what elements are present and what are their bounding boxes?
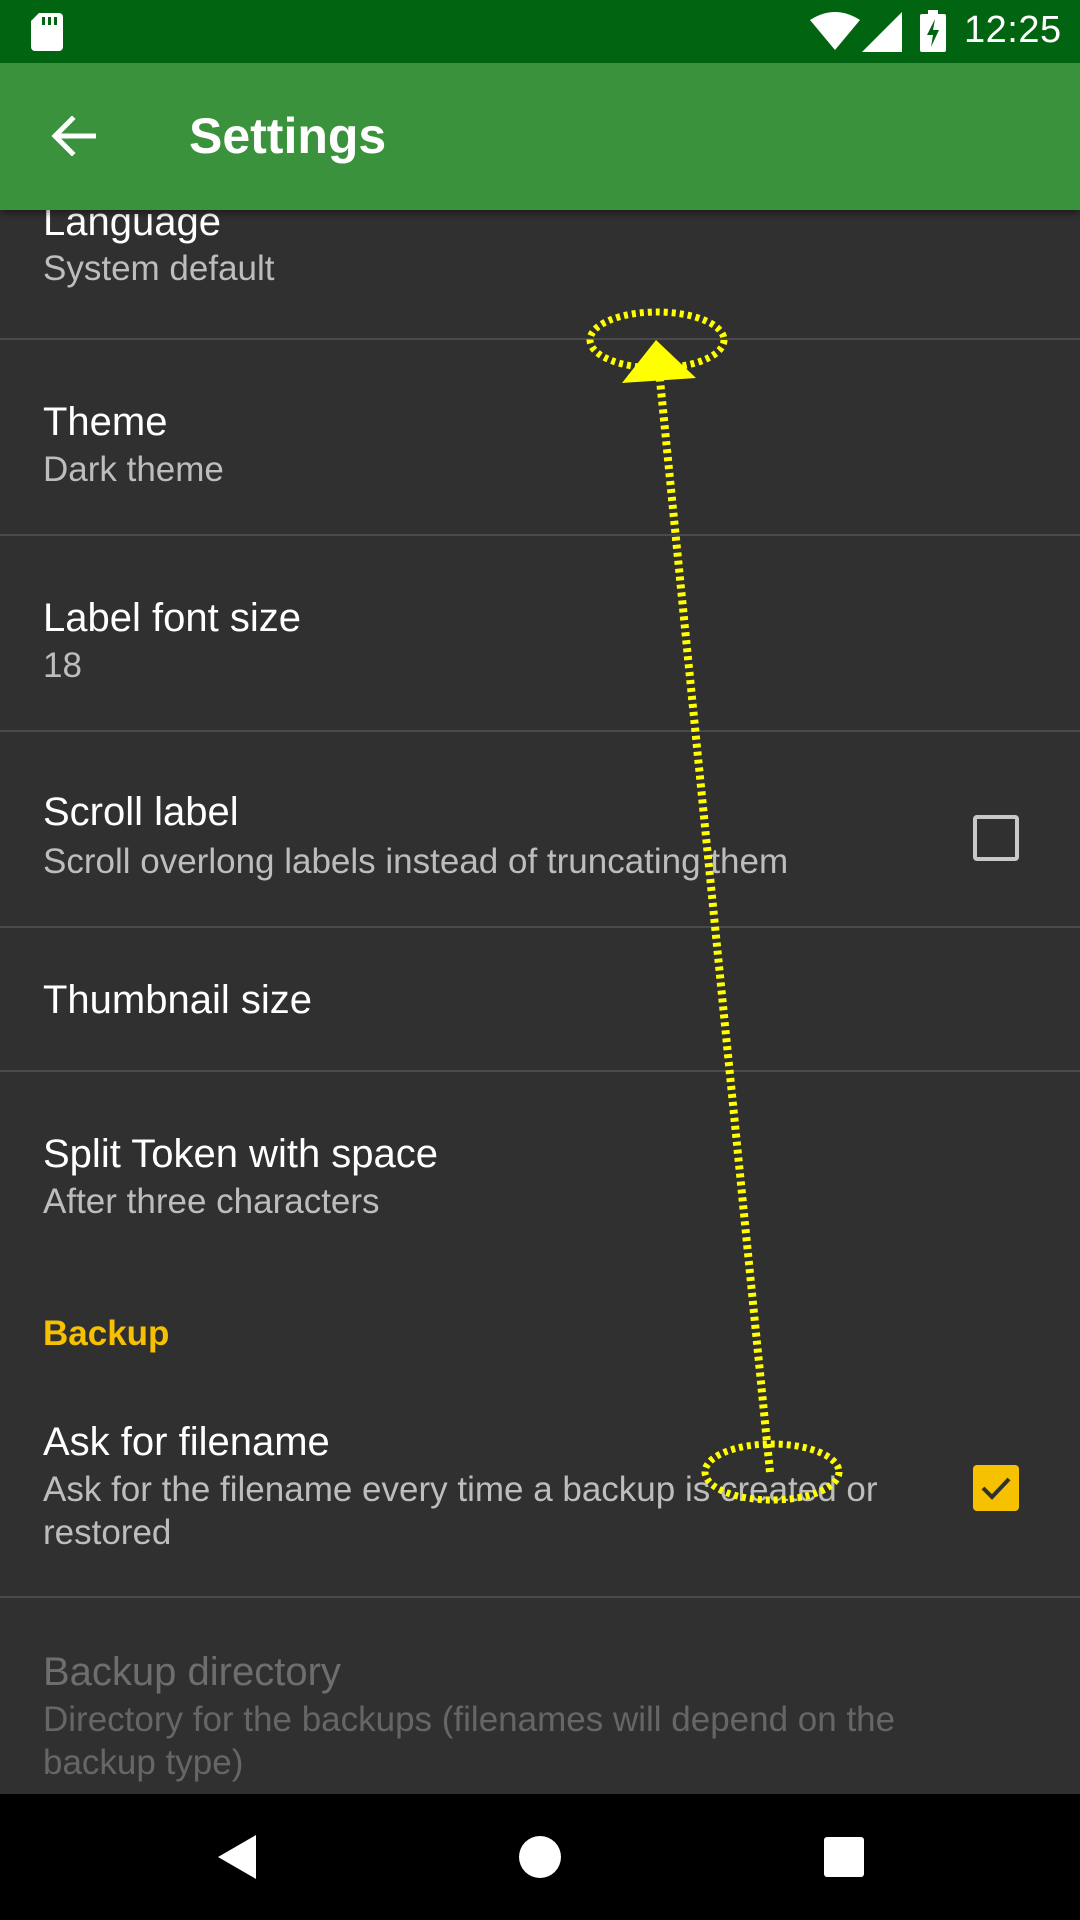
pref-thumbnail-size[interactable]: Thumbnail size [0,928,1080,1070]
settings-list[interactable]: Language System default Theme Dark theme… [0,210,1080,1794]
pref-title: Split Token with space [43,1132,439,1176]
pref-backup-directory: Backup directory Directory for the backu… [0,1598,1080,1794]
status-clock: 12:25 [964,9,1062,51]
scroll-label-checkbox[interactable] [973,815,1019,861]
pref-language[interactable]: Language System default [0,210,1080,320]
battery-charging-icon [920,10,946,52]
pref-title: Backup directory [43,1650,341,1694]
pref-summary: After three characters [43,1182,380,1221]
pref-split-token[interactable]: Split Token with space After three chara… [0,1072,1080,1268]
wifi-icon [810,12,860,50]
nav-recents-button[interactable] [774,1794,914,1920]
pref-summary: Ask for the filename every time a backup… [43,1470,878,1552]
signal-icon [862,12,902,52]
ask-for-filename-checkbox[interactable] [973,1465,1019,1511]
pref-ask-for-filename[interactable]: Ask for filename Ask for the filename ev… [0,1378,1080,1608]
page-title: Settings [189,108,387,164]
back-triangle-icon [218,1835,256,1879]
pref-title: Thumbnail size [43,978,313,1022]
app-bar: Settings [0,63,1080,210]
status-bar: 12:25 [0,0,1080,63]
pref-title: Scroll label [43,790,239,834]
recents-square-icon [824,1837,864,1877]
sd-card-icon [31,13,63,51]
pref-title: Label font size [43,596,301,640]
pref-title: Theme [43,400,168,444]
pref-summary: Directory for the backups (filenames wil… [43,1700,896,1782]
pref-summary: 18 [43,646,82,685]
pref-scroll-label[interactable]: Scroll label Scroll overlong labels inst… [0,732,1080,926]
nav-back-button[interactable] [166,1794,306,1920]
navigation-bar [0,1794,1080,1920]
pref-summary: System default [43,249,275,288]
pref-theme[interactable]: Theme Dark theme [0,340,1080,534]
arrow-back-icon [51,116,96,156]
pref-label-font-size[interactable]: Label font size 18 [0,536,1080,730]
pref-title: Language [43,210,221,244]
nav-home-button[interactable] [470,1794,610,1920]
checkmark-icon [981,1477,1011,1500]
pref-summary: Dark theme [43,450,224,489]
home-circle-icon [519,1836,561,1878]
category-backup: Backup [43,1314,170,1353]
pref-summary: Scroll overlong labels instead of trunca… [43,842,789,881]
back-button[interactable] [36,99,110,173]
pref-title: Ask for filename [43,1420,330,1464]
